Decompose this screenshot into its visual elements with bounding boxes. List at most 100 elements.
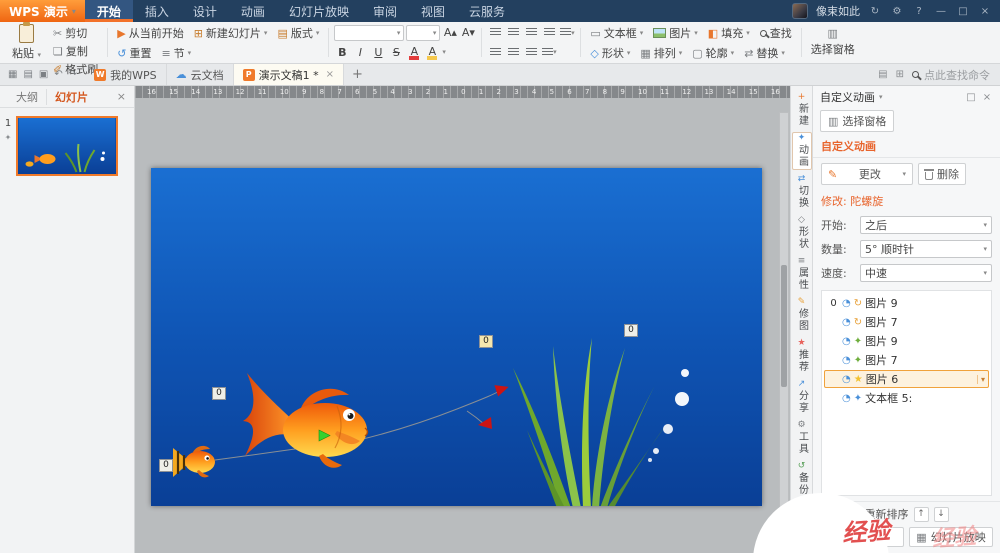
underline-button[interactable]: U — [370, 44, 386, 60]
app-menu-button[interactable]: WPS 演示 ▾ — [0, 0, 85, 22]
side-tab[interactable]: ↺ 备份 — [792, 460, 812, 498]
shapes-button[interactable]: ◇形状▾ — [586, 44, 634, 62]
close-panel-icon[interactable]: × — [981, 92, 993, 103]
canvas[interactable]: 0 0 0 0 — [135, 98, 790, 553]
side-tab[interactable]: ✎ 修图 — [792, 296, 812, 334]
play-from-current-button[interactable]: ▶从当前开始 — [113, 24, 187, 42]
copy-button[interactable]: ❏复制 — [49, 42, 102, 60]
undock-icon[interactable]: □ — [965, 92, 977, 103]
horizontal-ruler[interactable]: 1615141312111098765432101234567891011121… — [135, 86, 790, 98]
close-tab-icon[interactable]: × — [326, 69, 334, 80]
slide[interactable]: 0 0 0 0 — [151, 168, 762, 506]
side-tab[interactable]: + 新建 — [792, 91, 812, 129]
find-button[interactable]: 查找 — [756, 24, 796, 42]
grid-icon[interactable]: ⊞ — [896, 69, 904, 80]
ribbon-tab[interactable]: 设计 — [181, 0, 229, 22]
animation-list-item[interactable]: ◔ ★ 图片 6 ▾ — [824, 370, 989, 388]
ribbon-tab[interactable]: 幻灯片放映 — [277, 0, 361, 22]
ribbon-tab[interactable]: 视图 — [409, 0, 457, 22]
select-pane-button[interactable]: ▥ 选择窗格 — [820, 110, 894, 132]
align-right-button[interactable] — [523, 25, 539, 41]
vertical-scrollbar[interactable] — [779, 112, 789, 549]
avatar[interactable] — [792, 3, 808, 19]
start-select[interactable]: 之后▾ — [860, 216, 992, 234]
replace-button[interactable]: ⇄替换▾ — [740, 44, 789, 62]
seaweed[interactable] — [513, 338, 668, 506]
side-tab[interactable]: ⚙ 工具 — [792, 419, 812, 457]
export-icon[interactable]: ▤ — [23, 69, 32, 80]
reset-button[interactable]: ↺重置 — [113, 44, 155, 62]
ribbon-tab[interactable]: 动画 — [229, 0, 277, 22]
animation-list-item[interactable]: ◔ ✦ 文本框 5: ▾ — [824, 389, 989, 407]
command-search[interactable]: 点此查找命令 — [912, 67, 990, 83]
ribbon-tab[interactable]: 云服务 — [457, 0, 517, 22]
section-button[interactable]: ≡节▾ — [157, 44, 195, 62]
new-slide-button[interactable]: ⊞新建幻灯片▾ — [190, 24, 272, 42]
bubbles[interactable] — [648, 369, 689, 462]
select-pane-button-ribbon[interactable]: ▥ 选择窗格 — [805, 24, 861, 61]
change-effect-button[interactable]: ✎ 更改 ▾ — [821, 163, 913, 185]
bullets-button[interactable] — [487, 44, 503, 60]
bold-button[interactable]: B — [334, 44, 350, 60]
animation-list-item[interactable]: 0 ◔ ↻ 图片 9 ▾ — [824, 294, 989, 312]
print-icon[interactable]: ▣ — [39, 69, 48, 80]
arrange-button[interactable]: ▦排列▾ — [636, 44, 686, 62]
animation-list-item[interactable]: ◔ ✦ 图片 9 ▾ — [824, 332, 989, 350]
paste-button[interactable]: 粘贴 ▾ — [6, 24, 47, 61]
ribbon-tab[interactable]: 审阅 — [361, 0, 409, 22]
animation-list-item[interactable]: ◔ ✦ 图片 7 ▾ — [824, 351, 989, 369]
ribbon-tab[interactable]: 插入 — [133, 0, 181, 22]
outline-button[interactable]: ▢轮廓▾ — [688, 44, 738, 62]
line-spacing-button[interactable]: ▾ — [559, 25, 575, 41]
side-tab[interactable]: ★ 推荐 — [792, 337, 812, 375]
tab-outline[interactable]: 大纲 — [8, 89, 46, 105]
side-tab[interactable]: ✦ 动画 — [792, 132, 812, 170]
anim-number-badge[interactable]: 0 — [479, 335, 493, 348]
help-icon[interactable]: ? — [912, 6, 926, 17]
reorder-up-button[interactable]: ↑ — [914, 507, 929, 522]
strikethrough-button[interactable]: S — [388, 44, 404, 60]
chevron-down-icon[interactable]: ▾ — [879, 93, 883, 101]
font-color-button[interactable]: A — [406, 44, 422, 60]
cut-button[interactable]: ✂剪切 — [49, 24, 102, 42]
side-tab[interactable]: ≡ 属性 — [792, 255, 812, 293]
settings-icon[interactable]: ⚙ — [890, 6, 904, 17]
align-left-button[interactable] — [487, 25, 503, 41]
fill-button[interactable]: ◧填充▾ — [704, 24, 754, 42]
layout-button[interactable]: ▤版式▾ — [273, 24, 323, 42]
refresh-icon[interactable]: ↻ — [868, 6, 882, 17]
align-center-button[interactable] — [505, 25, 521, 41]
highlight-color-button[interactable]: A — [424, 44, 440, 60]
close-icon[interactable]: × — [978, 6, 992, 17]
user-name[interactable]: 像束如此 — [816, 3, 860, 19]
indent-increase-button[interactable]: ▾ — [541, 44, 557, 60]
side-tab[interactable]: ↗ 分享 — [792, 378, 812, 416]
increase-font-icon[interactable]: A▴ — [442, 25, 458, 41]
indent-decrease-button[interactable] — [523, 44, 539, 60]
tab-my-wps[interactable]: W 我的WPS — [85, 64, 167, 85]
justify-button[interactable] — [541, 25, 557, 41]
delete-effect-button[interactable]: 删除 — [918, 163, 966, 185]
new-tab-button[interactable]: + — [344, 64, 371, 85]
slide-thumbnail[interactable] — [16, 116, 118, 176]
scrollbar-thumb[interactable] — [781, 265, 787, 387]
goldfish-small[interactable] — [173, 446, 215, 478]
reorder-down-button[interactable]: ↓ — [934, 507, 949, 522]
font-family-select[interactable]: ▾ — [334, 25, 404, 41]
italic-button[interactable]: I — [352, 44, 368, 60]
numbering-button[interactable] — [505, 44, 521, 60]
decrease-font-icon[interactable]: A▾ — [460, 25, 476, 41]
item-dropdown-icon[interactable]: ▾ — [977, 375, 985, 384]
anim-number-badge[interactable]: 0 — [624, 324, 638, 337]
tab-cloud-docs[interactable]: ☁ 云文档 — [167, 64, 234, 85]
amount-select[interactable]: 5° 顺时针▾ — [860, 240, 992, 258]
view-switch-icon[interactable]: ▤ — [878, 69, 887, 80]
close-panel-icon[interactable]: × — [117, 90, 126, 103]
side-tab[interactable]: ⇄ 切换 — [792, 173, 812, 211]
side-tab[interactable]: ◇ 形状 — [792, 214, 812, 252]
textbox-button[interactable]: ▭文本框▾ — [586, 24, 647, 42]
tab-presentation1[interactable]: P 演示文稿1 * × — [234, 64, 344, 85]
speed-select[interactable]: 中速▾ — [860, 264, 992, 282]
anim-number-badge[interactable]: 0 — [159, 459, 173, 472]
anim-number-badge[interactable]: 0 — [212, 387, 226, 400]
